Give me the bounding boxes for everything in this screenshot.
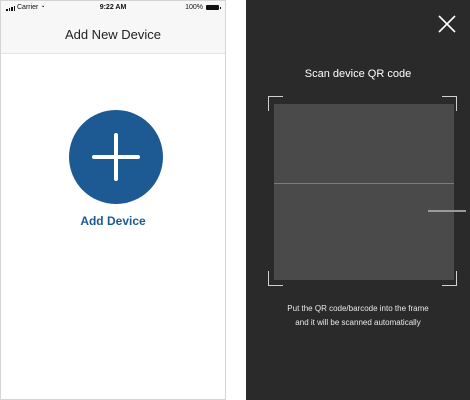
add-device-button[interactable] [69,110,163,204]
scan-instruction-line-1: Put the QR code/barcode into the frame [287,304,429,313]
status-bar: Carrier ◔ 9:22 AM 100% [1,1,225,15]
scan-title: Scan device QR code [304,68,412,80]
battery-percent: 100% [185,4,203,11]
scan-line [274,183,454,184]
frame-corner-top-left [268,96,283,111]
frame-corner-top-right [442,96,457,111]
drag-handle[interactable] [428,210,466,212]
add-device-screen: Carrier ◔ 9:22 AM 100% Add New Device Ad… [0,0,226,400]
scan-instruction-line-2: and it will be scanned automatically [295,318,421,327]
battery-icon [206,5,221,10]
close-button[interactable] [436,13,458,35]
status-right: 100% [185,4,221,11]
plus-icon [92,133,140,181]
qr-scan-screen: Scan device QR code Put the QR code/barc… [246,0,470,400]
page: Carrier ◔ 9:22 AM 100% Add New Device Ad… [0,0,470,400]
page-title: Add New Device [64,27,162,42]
scan-viewfinder [274,104,454,280]
frame-corner-bottom-left [268,271,283,286]
close-icon [438,15,456,33]
add-device-label[interactable]: Add Device [1,214,225,228]
nav-bar: Add New Device [1,15,225,54]
frame-corner-bottom-right [442,271,457,286]
